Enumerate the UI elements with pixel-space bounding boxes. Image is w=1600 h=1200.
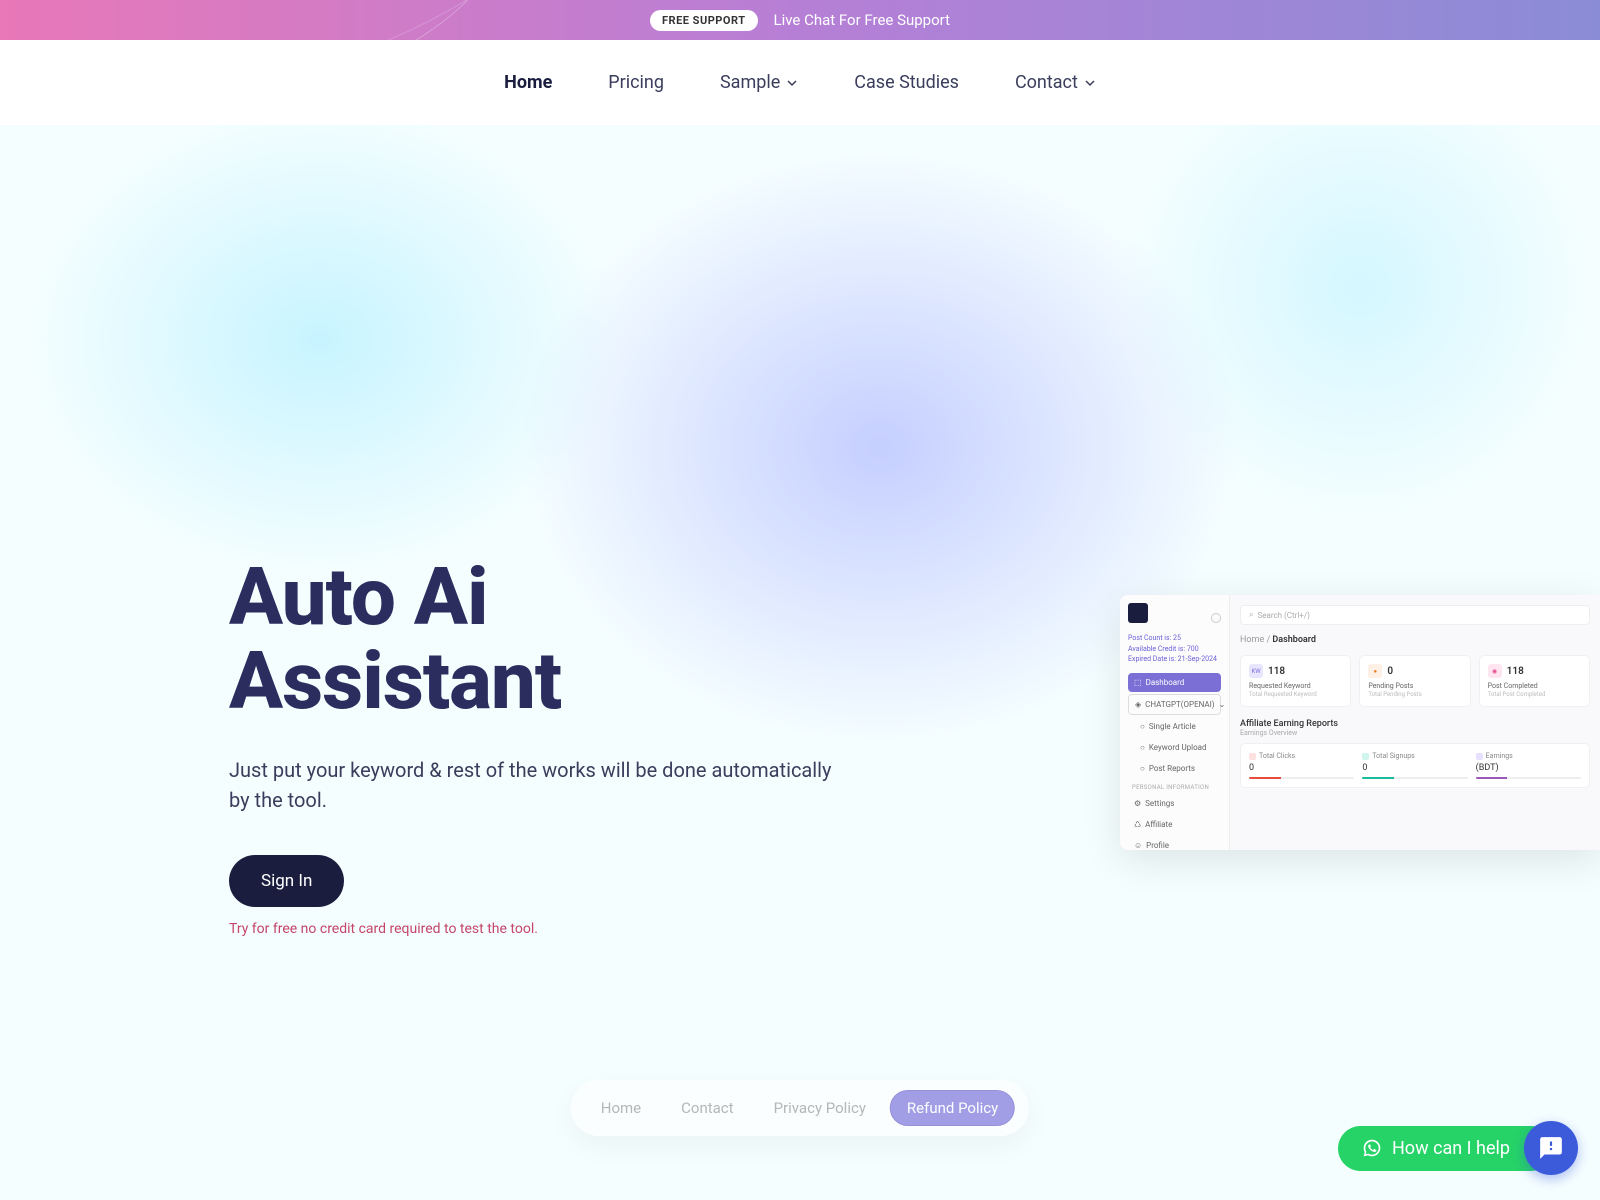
mock-cards: KW118 Requested Keyword Total Requested …	[1240, 655, 1590, 707]
mock-account-info: Post Count is: 25 Available Credit is: 7…	[1128, 633, 1221, 665]
main-nav: Home Pricing Sample Case Studies Contact	[0, 40, 1600, 125]
banner-text[interactable]: Live Chat For Free Support	[774, 11, 950, 29]
dot-icon	[1476, 753, 1483, 760]
progress-bar	[1362, 777, 1467, 779]
hero-section: Auto Ai Assistant Just put your keyword …	[0, 125, 1600, 1200]
search-icon: ⌕	[1249, 610, 1253, 620]
mock-sidebar-single-article: ○ Single Article	[1128, 717, 1221, 736]
chat-bubble-button[interactable]	[1524, 1121, 1578, 1175]
chevron-down-icon	[786, 77, 798, 89]
mock-card-pending: ●0 Pending Posts Total Pending Posts	[1359, 655, 1470, 707]
mock-sidebar: Post Count is: 25 Available Credit is: 7…	[1120, 595, 1230, 850]
mock-report-row: Total Clicks 0 Total Signups 0 Earnings …	[1240, 743, 1590, 788]
mock-sidebar-header: PERSONAL INFORMATION	[1132, 784, 1221, 791]
footer-nav-contact[interactable]: Contact	[665, 1091, 749, 1125]
footer-nav-privacy[interactable]: Privacy Policy	[758, 1091, 882, 1125]
mock-sidebar-profile: ☺ Profile	[1128, 836, 1221, 851]
trial-note: Try for free no credit card required to …	[229, 921, 849, 937]
chevron-down-icon: ⌄	[1219, 700, 1226, 709]
mock-card-completed: ◉118 Post Completed Total Post Completed	[1479, 655, 1590, 707]
footer-nav-refund[interactable]: Refund Policy	[890, 1090, 1015, 1126]
hero-title: Auto Ai Assistant	[229, 555, 849, 723]
mock-breadcrumb: Home / Dashboard	[1240, 635, 1590, 645]
mock-sidebar-dashboard: ⬚ Dashboard	[1128, 673, 1221, 692]
top-banner: FREE SUPPORT Live Chat For Free Support	[0, 0, 1600, 40]
dot-icon	[1362, 753, 1369, 760]
help-widget: How can I help	[1338, 1121, 1578, 1175]
hero-subtitle: Just put your keyword & rest of the work…	[229, 755, 849, 815]
mock-card-requested: KW118 Requested Keyword Total Requested …	[1240, 655, 1351, 707]
dashboard-preview-image: Post Count is: 25 Available Credit is: 7…	[1120, 595, 1600, 850]
mock-sidebar-post-reports: ○ Post Reports	[1128, 759, 1221, 778]
chevron-down-icon	[1084, 77, 1096, 89]
whatsapp-icon	[1362, 1138, 1382, 1158]
mock-main: ⌕Search (Ctrl+/) Home / Dashboard KW118 …	[1230, 595, 1600, 850]
footer-nav-home[interactable]: Home	[585, 1091, 657, 1125]
progress-bar	[1476, 777, 1581, 779]
footer-nav: Home Contact Privacy Policy Refund Polic…	[571, 1080, 1029, 1136]
mock-sidebar-keyword-upload: ○ Keyword Upload	[1128, 738, 1221, 757]
mock-header: ⌕Search (Ctrl+/)	[1240, 605, 1590, 625]
mock-report-signups: Total Signups 0	[1362, 752, 1467, 779]
nav-pricing[interactable]: Pricing	[608, 72, 664, 93]
mock-report-clicks: Total Clicks 0	[1249, 752, 1354, 779]
mock-logo	[1128, 603, 1148, 623]
dot-icon	[1249, 753, 1256, 760]
mock-sidebar-affiliate: ♺ Affiliate	[1128, 815, 1221, 834]
sign-in-button[interactable]: Sign In	[229, 855, 344, 907]
mock-search: ⌕Search (Ctrl+/)	[1240, 605, 1590, 625]
mock-report-earnings: Earnings (BDT)	[1476, 752, 1581, 779]
nav-sample[interactable]: Sample	[720, 72, 798, 93]
free-support-badge: FREE SUPPORT	[650, 10, 758, 31]
mock-reports-title: Affiliate Earning Reports	[1240, 719, 1590, 729]
progress-bar	[1249, 777, 1354, 779]
gear-icon	[1211, 613, 1221, 623]
help-text: How can I help	[1392, 1138, 1510, 1159]
mock-reports-subtitle: Earnings Overview	[1240, 729, 1590, 737]
nav-home[interactable]: Home	[504, 72, 552, 93]
pending-icon: ●	[1368, 664, 1382, 678]
whatsapp-help-button[interactable]: How can I help	[1338, 1126, 1554, 1171]
chat-icon	[1538, 1135, 1564, 1161]
nav-contact[interactable]: Contact	[1015, 72, 1096, 93]
completed-icon: ◉	[1488, 664, 1502, 678]
keyword-icon: KW	[1249, 664, 1263, 678]
hero-content: Auto Ai Assistant Just put your keyword …	[229, 555, 849, 937]
nav-case-studies[interactable]: Case Studies	[854, 72, 959, 93]
mock-sidebar-chatgpt: ◈ CHATGPT(OPENAI) ⌄	[1128, 694, 1221, 715]
mock-sidebar-settings: ⚙ Settings	[1128, 794, 1221, 813]
